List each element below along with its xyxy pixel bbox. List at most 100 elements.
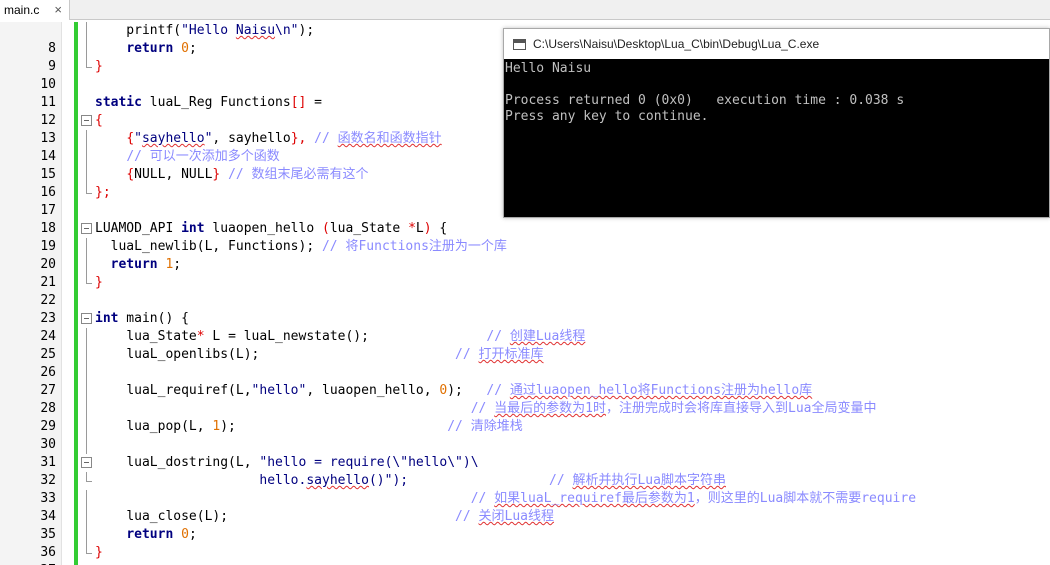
code-line: 21 return 1;: [0, 256, 1050, 290]
comment-token: //: [549, 473, 573, 488]
code-line: 34 // 如果luaL_requiref最后参数为1，则这里的Lua脚本就不需…: [0, 490, 1050, 524]
code-token: lua_State: [329, 221, 409, 236]
code-token: L = luaL_newstate();: [204, 329, 369, 344]
comment-token: // 数组末尾必需有这个: [220, 167, 369, 182]
comment-token: //: [486, 329, 510, 344]
number-token: 0: [181, 527, 189, 542]
comment-token: ，则这里的Lua脚本就不需要require: [694, 491, 917, 506]
tab-label: main.c: [4, 3, 40, 17]
fold-end-guide: [86, 472, 92, 482]
fold-guide: [86, 130, 87, 148]
console-window-icon: [513, 38, 526, 50]
fold-end-guide: [86, 184, 92, 194]
code-line: 24 int main() {: [0, 310, 1050, 344]
code-line: 23: [0, 292, 1050, 326]
code-line: 36 return 0;: [0, 526, 1050, 560]
keyword-token: return: [126, 527, 174, 542]
code-token: luaL_newlib(L, Functions);: [110, 239, 315, 254]
operator-token: []: [290, 95, 307, 110]
code-token: luaL_openlibs(L);: [126, 347, 260, 362]
comment-token: ，注册完成时会将库直接导入到Lua全局变量中: [606, 401, 877, 416]
code-token: lua_pop(L,: [126, 419, 213, 434]
string-token: ": [134, 131, 142, 146]
code-token: );: [447, 383, 463, 398]
code-token: luaL_Reg Functions: [141, 95, 291, 110]
code-token: main() {: [118, 311, 189, 326]
code-token: }: [95, 545, 103, 560]
console-output-line: Process returned 0 (0x0) execution time …: [505, 93, 905, 108]
comment-token: 关闭Lua线程: [478, 509, 555, 524]
fold-collapse-icon[interactable]: [81, 457, 92, 468]
fold-guide: [86, 436, 87, 454]
comment-token: 打开标准库: [478, 347, 544, 362]
fold-guide: [86, 166, 87, 184]
code-token: NULL, NULL: [134, 167, 213, 182]
comment-token: 创建Lua线程: [509, 329, 586, 344]
code-line: 35 lua_close(L); // 关闭Lua线程: [0, 508, 1050, 542]
comment-token: 函数名和函数指针: [337, 131, 442, 146]
code-token: }: [95, 275, 103, 290]
string-token: hello.: [259, 473, 307, 488]
fold-guide: [86, 508, 87, 526]
string-token: "Hello: [181, 23, 236, 38]
fold-collapse-icon[interactable]: [81, 223, 92, 234]
fold-end-guide: [86, 274, 92, 284]
number-token: 0: [181, 41, 189, 56]
code-line: 30 lua_pop(L, 1); // 清除堆栈: [0, 418, 1050, 452]
comment-token: // 将Functions注册为一个库: [314, 239, 507, 254]
console-output-line: Hello Naisu: [505, 61, 592, 76]
close-icon[interactable]: ×: [54, 2, 62, 17]
code-token: luaopen_hello: [204, 221, 322, 236]
keyword-token: return: [110, 257, 158, 272]
code-token: L: [415, 221, 424, 236]
console-title: C:\Users\Naisu\Desktop\Lua_C\bin\Debug\L…: [533, 37, 820, 51]
string-token: "hello = require(\"hello\")\: [259, 455, 479, 470]
code-token: lua_close(L);: [126, 509, 229, 524]
code-line: 33 hello.sayhello()"); // 解析并执行Lua脚本字符串: [0, 472, 1050, 506]
code-token: }: [95, 59, 103, 74]
number-token: 1: [165, 257, 174, 272]
operator-token: },: [290, 131, 307, 146]
code-line: 37 }: [0, 544, 1050, 565]
fold-guide: [86, 238, 87, 256]
comment-token: // 可以一次添加多个函数: [126, 149, 280, 164]
console-title-bar[interactable]: C:\Users\Naisu\Desktop\Lua_C\bin\Debug\L…: [504, 29, 1049, 59]
console-output[interactable]: Hello Naisu Process returned 0 (0x0) exe…: [504, 59, 1049, 217]
fold-guide: [86, 526, 87, 544]
string-token: sayhello: [306, 473, 369, 488]
console-window[interactable]: C:\Users\Naisu\Desktop\Lua_C\bin\Debug\L…: [503, 28, 1050, 218]
comment-token: //: [447, 419, 471, 434]
fold-guide: [86, 40, 87, 58]
code-line: 20 luaL_newlib(L, Functions); // 将Functi…: [0, 238, 1050, 272]
code-line: 32 luaL_dostring(L, "hello = require(\"h…: [0, 454, 1050, 488]
comment-token: 通过luaopen_hello将Functions注册为hello库: [509, 383, 813, 398]
string-token: sayhello: [141, 131, 205, 146]
fold-collapse-icon[interactable]: [81, 313, 92, 324]
code-line: 22 }: [0, 274, 1050, 308]
operator-token: *: [408, 221, 416, 236]
code-token: {: [95, 113, 103, 128]
operator-token: *: [196, 329, 205, 344]
fold-guide: [86, 148, 87, 166]
fold-guide: [86, 400, 87, 418]
fold-guide: [86, 328, 87, 346]
comment-token: //: [455, 347, 479, 362]
comment-token: //: [470, 401, 495, 416]
fold-guide: [86, 382, 87, 400]
fold-guide: [86, 256, 87, 274]
code-line: 25 lua_State* L = luaL_newstate(); // 创建…: [0, 328, 1050, 362]
fold-guide: [86, 418, 87, 436]
keyword-token: return: [126, 41, 174, 56]
code-line: 27: [0, 364, 1050, 398]
code-token: =: [306, 95, 322, 110]
fold-end-guide: [86, 544, 92, 554]
tab-main-c[interactable]: main.c ×: [0, 0, 70, 20]
code-token: {: [431, 221, 448, 236]
code-line: 29 // 当最后的参数为1时，注册完成时会将库直接导入到Lua全局变量中: [0, 400, 1050, 434]
fold-collapse-icon[interactable]: [81, 115, 92, 126]
code-line: 26 luaL_openlibs(L); // 打开标准库: [0, 346, 1050, 380]
console-output-line: Press any key to continue.: [505, 109, 709, 124]
code-line: 31: [0, 436, 1050, 470]
operator-token: {: [126, 131, 135, 146]
